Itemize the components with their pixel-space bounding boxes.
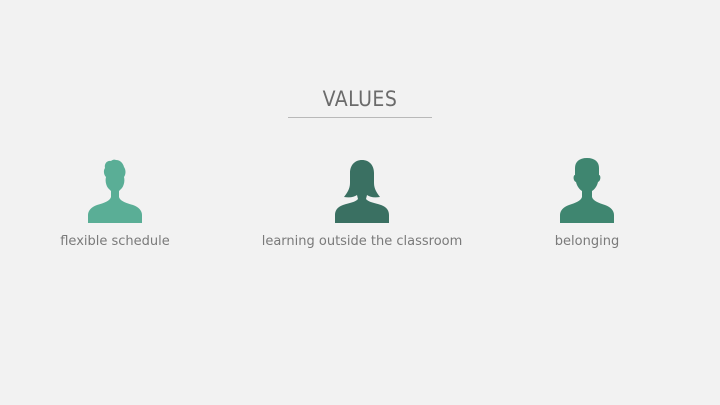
person-curly-hair-icon bbox=[88, 159, 142, 223]
value-label: learning outside the classroom bbox=[261, 234, 463, 249]
value-item-flexible-schedule: flexible schedule bbox=[0, 155, 235, 251]
person-long-hair-icon bbox=[335, 160, 389, 223]
value-label: flexible schedule bbox=[60, 234, 170, 249]
value-item-belonging: belonging bbox=[467, 155, 707, 251]
value-item-learning-outside-the-classroom: learning outside the classroom bbox=[242, 155, 482, 251]
value-label: belonging bbox=[554, 234, 620, 249]
slide: VALUES flexible schedule learning outsid… bbox=[0, 0, 720, 405]
title-divider bbox=[288, 117, 432, 118]
slide-title: VALUES bbox=[322, 87, 398, 111]
person-short-hair-icon bbox=[560, 158, 614, 223]
